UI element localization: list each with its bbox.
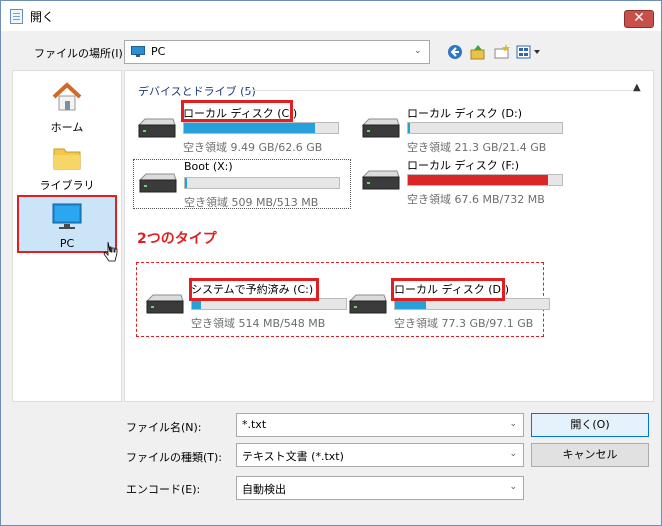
filename-label: ファイル名(N):: [126, 421, 202, 434]
collapse-chevron-icon[interactable]: ▲: [633, 82, 641, 93]
location-combo[interactable]: PC ⌄: [124, 40, 430, 64]
encoding-label: エンコード(E):: [126, 483, 201, 496]
drive-free-space: 空き領域 509 MB/513 MB: [184, 196, 319, 209]
up-folder-icon[interactable]: [468, 42, 488, 62]
open-button[interactable]: 開く(O): [531, 413, 649, 437]
pc-monitor-icon: [52, 203, 82, 229]
new-folder-icon[interactable]: [492, 42, 512, 62]
hard-drive-icon: [348, 294, 387, 314]
mouse-cursor-icon: [103, 241, 118, 262]
sidebar-item-label: ホーム: [50, 121, 84, 134]
pc-icon: [131, 46, 145, 57]
highlight-box: [391, 278, 505, 301]
encoding-value: 自動検出: [242, 483, 286, 496]
hard-drive-icon: [361, 118, 400, 138]
drive-usage-fill: [408, 123, 410, 133]
filename-value: *.txt: [242, 418, 267, 431]
sidebar-item-home[interactable]: ホーム: [17, 77, 117, 135]
chevron-down-icon: ⌄: [509, 482, 517, 492]
drive-free-space: 空き領域 77.3 GB/97.1 GB: [394, 317, 534, 330]
drive-usage-fill: [408, 175, 549, 185]
window-title: 開く: [30, 10, 55, 24]
drive-usage-bar: [184, 177, 340, 189]
drive-free-space: 空き領域 9.49 GB/62.6 GB: [183, 141, 323, 154]
drive-free-space: 空き領域 21.3 GB/21.4 GB: [407, 141, 547, 154]
cancel-button[interactable]: キャンセル: [531, 443, 649, 467]
drive-free-space: 空き領域 514 MB/548 MB: [191, 317, 326, 330]
drive-usage-bar: [183, 122, 339, 134]
hard-drive-icon: [145, 294, 184, 314]
view-menu-icon[interactable]: [515, 42, 543, 62]
filetype-select[interactable]: テキスト文書 (*.txt) ⌄: [236, 443, 524, 467]
drive-name: ローカル ディスク (F:): [407, 159, 519, 172]
title-bar: [1, 1, 661, 31]
filetype-value: テキスト文書 (*.txt): [242, 450, 344, 463]
highlight-box: [189, 278, 319, 301]
drive-usage-fill: [184, 123, 315, 133]
notepad-icon: [10, 9, 23, 24]
drive-tile[interactable]: ローカル ディスク (D:) 空き領域 21.3 GB/21.4 GB: [357, 105, 577, 154]
filetype-label: ファイルの種類(T):: [126, 451, 223, 464]
drive-tile[interactable]: ローカル ディスク (F:) 空き領域 67.6 MB/732 MB: [357, 157, 577, 206]
encoding-select[interactable]: 自動検出 ⌄: [236, 476, 524, 500]
section-title: デバイスとドライブ (5): [138, 85, 256, 98]
hard-drive-icon: [137, 118, 176, 138]
hard-drive-icon: [361, 170, 400, 190]
drive-tile[interactable]: Boot (X:) 空き領域 509 MB/513 MB: [133, 159, 351, 209]
libraries-folder-icon: [53, 148, 81, 170]
sidebar-item-libraries[interactable]: ライブラリ: [17, 137, 117, 195]
section-divider: [247, 90, 632, 91]
drive-list-pane: デバイスとドライブ (5) ▲ ローカル ディスク (C:) 空き領域 9.49 …: [124, 70, 654, 402]
back-icon[interactable]: [445, 42, 465, 62]
drive-usage-fill: [185, 178, 187, 188]
drive-name: ローカル ディスク (D:): [407, 107, 522, 120]
drive-usage-bar: [407, 122, 563, 134]
hard-drive-icon: [138, 173, 177, 193]
drive-name: Boot (X:): [184, 160, 233, 173]
location-value: PC: [151, 45, 166, 58]
highlight-box: [181, 100, 293, 122]
chevron-down-icon: ⌄: [509, 419, 517, 429]
location-label: ファイルの場所(I):: [34, 47, 127, 60]
home-icon: [52, 82, 82, 111]
chevron-down-icon: ⌄: [414, 46, 422, 56]
annotation-label: 2つのタイプ: [137, 231, 217, 247]
sidebar-item-label: PC: [59, 237, 75, 250]
drive-usage-bar: [407, 174, 563, 186]
sidebar-item-label: ライブラリ: [39, 179, 95, 192]
chevron-down-icon: ⌄: [509, 449, 517, 459]
sidebar-item-pc[interactable]: PC: [17, 195, 117, 253]
filename-combo[interactable]: *.txt ⌄: [236, 413, 524, 437]
close-button[interactable]: ✕: [624, 10, 654, 28]
places-sidebar: ホーム ライブラリ PC: [12, 70, 122, 402]
drive-free-space: 空き領域 67.6 MB/732 MB: [407, 193, 545, 206]
